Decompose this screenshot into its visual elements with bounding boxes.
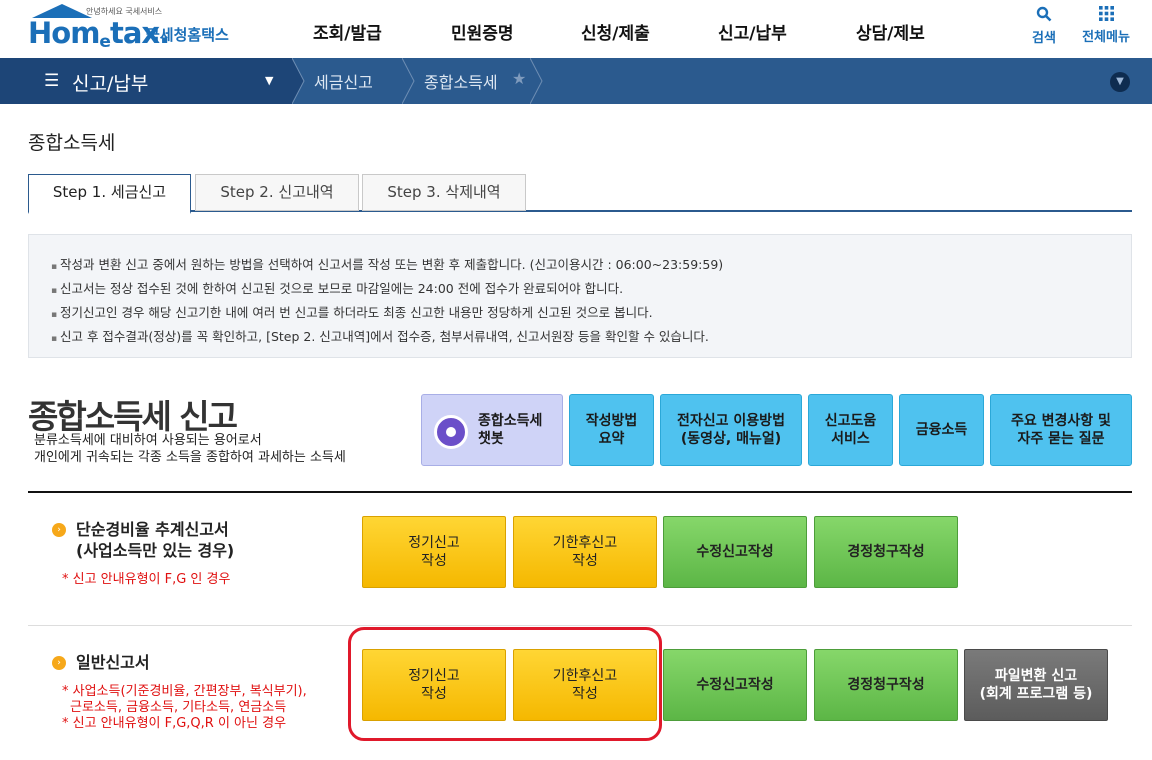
caret-down-icon: ▼ <box>265 74 274 87</box>
row-note: * 사업소득(기준경비율, 간편장부, 복식부기), 근로소득, 금융소득, 기… <box>62 684 307 732</box>
tab-step3[interactable]: Step 3. 삭제내역 <box>362 174 526 211</box>
row-note: * 신고 안내유형이 F,G 인 경우 <box>62 572 231 587</box>
amend-filing-button[interactable]: 수정신고작성 <box>663 516 807 588</box>
chatbot-label: 종합소득세 챗봇 <box>478 412 542 448</box>
tab-step2[interactable]: Step 2. 신고내역 <box>195 174 359 211</box>
chatbot-label-line: 챗봇 <box>478 431 504 447</box>
amend-filing-button[interactable]: 수정신고작성 <box>663 649 807 721</box>
button-label-line: 작성 <box>421 553 447 569</box>
breadcrumb-tax-filing[interactable]: 세금신고 <box>314 69 373 93</box>
row-title-line: 단순경비율 추계신고서 <box>76 520 229 539</box>
filing-help-button[interactable]: 신고도움서비스 <box>808 394 893 466</box>
button-label-line: 정기신고 <box>408 535 460 551</box>
section-divider <box>28 491 1132 493</box>
file-conversion-button[interactable]: 파일변환 신고 (회계 프로그램 등) <box>964 649 1108 721</box>
notice-item: 정기신고인 경우 해당 신고기한 내에 여러 번 신고를 하더라도 최종 신고한… <box>51 302 1131 326</box>
notice-item: 신고서는 정상 접수된 것에 한하여 신고된 것으로 보므로 마감일에는 24:… <box>51 278 1131 302</box>
tab-step1[interactable]: Step 1. 세금신고 <box>28 174 191 214</box>
step-tabs: Step 1. 세금신고 Step 2. 신고내역 Step 3. 삭제내역 <box>28 174 1132 214</box>
guide-summary-button[interactable]: 작성방법요약 <box>569 394 654 466</box>
late-filing-button[interactable]: 기한후신고작성 <box>513 516 657 588</box>
search-label: 검색 <box>1032 31 1056 46</box>
search-icon <box>1024 6 1064 27</box>
logo-subtitle: 국세청홈택스 <box>146 26 229 44</box>
button-label-line: 자주 묻는 질문 <box>1017 431 1105 447</box>
search-button[interactable]: 검색 <box>1024 6 1064 46</box>
gnb-application[interactable]: 신청/제출 <box>581 19 650 44</box>
button-label-line: 요약 <box>598 431 625 447</box>
chatbot-label-line: 종합소득세 <box>478 413 543 429</box>
faq-button[interactable]: 주요 변경사항 및자주 묻는 질문 <box>990 394 1132 466</box>
breadcrumb-separator-icon <box>292 58 305 104</box>
row-note-line: 근로소득, 금융소득, 기타소득, 연금소득 <box>70 700 287 715</box>
row-note-line: * 신고 안내유형이 F,G,Q,R 이 아닌 경우 <box>62 716 287 731</box>
all-menu-label: 전체메뉴 <box>1082 30 1130 45</box>
notice-item: 신고 후 접수결과(정상)를 꼭 확인하고, [Step 2. 신고내역]에서 … <box>51 326 1131 350</box>
button-label-line: (회계 프로그램 등) <box>979 686 1093 702</box>
page-title: 종합소득세 <box>28 132 116 154</box>
breadcrumb-separator-icon <box>402 58 415 104</box>
notice-item: 작성과 변환 신고 중에서 원하는 방법을 선택하여 신고서를 작성 또는 변환… <box>51 254 1131 278</box>
e-filing-guide-button[interactable]: 전자신고 이용방법 (동영상, 매뉴얼) <box>660 394 802 466</box>
section-description-line: 분류소득세에 대비하여 사용되는 용어로서 <box>34 433 262 448</box>
button-label-line: 금융소득 <box>915 422 968 438</box>
chevron-down-icon[interactable]: ▼ <box>1110 72 1130 92</box>
logo-wordmark-a: Hom <box>28 16 100 50</box>
button-label-line: 파일변환 신고 <box>994 668 1078 684</box>
logo-wordmark-e: e <box>99 32 110 52</box>
button-label-line: 서비스 <box>831 431 870 447</box>
gnb-inquiry[interactable]: 조회/발급 <box>313 19 382 44</box>
hometax-logo[interactable]: 안녕하세요 국세서비스 Hometax. 국세청홈택스 <box>28 4 248 52</box>
financial-income-button[interactable]: 금융소득 <box>899 394 984 466</box>
button-label-line: 작성방법 <box>585 413 638 429</box>
row-title-line: (사업소득만 있는 경우) <box>76 541 235 560</box>
row-note-line: * 사업소득(기준경비율, 간편장부, 복식부기), <box>62 684 307 699</box>
button-label-line: 신고도움 <box>824 413 877 429</box>
chatbot-icon <box>434 415 468 449</box>
breadcrumb-separator-icon <box>530 58 543 104</box>
button-label-line: (동영상, 매뉴얼) <box>680 431 782 447</box>
section-title: 종합소득세 신고 <box>28 397 238 436</box>
row-title-general: 일반신고서 <box>76 653 150 672</box>
hamburger-icon: ☰ <box>44 71 60 91</box>
button-label-line: 주요 변경사항 및 <box>1011 413 1111 429</box>
bullet-icon: › <box>52 523 66 537</box>
refund-claim-button[interactable]: 경정청구작성 <box>814 516 958 588</box>
grid-menu-icon <box>1075 6 1137 26</box>
all-menu-button[interactable]: 전체메뉴 <box>1075 6 1137 45</box>
row-title-simple-expense: 단순경비율 추계신고서 (사업소득만 있는 경우) <box>76 519 234 561</box>
button-label-line: 기한후신고 <box>552 535 618 551</box>
favorite-star-icon[interactable]: ★ <box>512 69 526 88</box>
top-header: 안녕하세요 국세서비스 Hometax. 국세청홈택스 조회/발급 민원증명 신… <box>0 0 1152 58</box>
notice-box: 작성과 변환 신고 중에서 원하는 방법을 선택하여 신고서를 작성 또는 변환… <box>28 234 1132 358</box>
row-divider <box>28 625 1132 626</box>
nav-category-dropdown[interactable]: ☰ 신고/납부 ▼ <box>0 58 292 104</box>
bullet-icon: › <box>52 656 66 670</box>
gnb-certificate[interactable]: 민원증명 <box>451 19 514 44</box>
breadcrumb-income-tax[interactable]: 종합소득세 <box>424 69 498 93</box>
highlight-annotation <box>348 627 662 741</box>
gnb-consult[interactable]: 상담/제보 <box>856 19 925 44</box>
button-label-line: 작성 <box>572 553 598 569</box>
nav-category-label: 신고/납부 <box>72 73 149 95</box>
section-description-line: 개인에게 귀속되는 각종 소득을 종합하여 과세하는 소득세 <box>34 450 346 465</box>
section-description: 분류소득세에 대비하여 사용되는 용어로서 개인에게 귀속되는 각종 소득을 종… <box>34 432 346 466</box>
chatbot-button[interactable]: 종합소득세 챗봇 <box>421 394 563 466</box>
button-label-line: 전자신고 이용방법 <box>677 413 785 429</box>
location-bar: ☰ 신고/납부 ▼ 세금신고 종합소득세 ★ ▼ <box>0 58 1152 104</box>
gnb-filing[interactable]: 신고/납부 <box>718 19 787 44</box>
refund-claim-button[interactable]: 경정청구작성 <box>814 649 958 721</box>
regular-filing-button[interactable]: 정기신고작성 <box>362 516 506 588</box>
